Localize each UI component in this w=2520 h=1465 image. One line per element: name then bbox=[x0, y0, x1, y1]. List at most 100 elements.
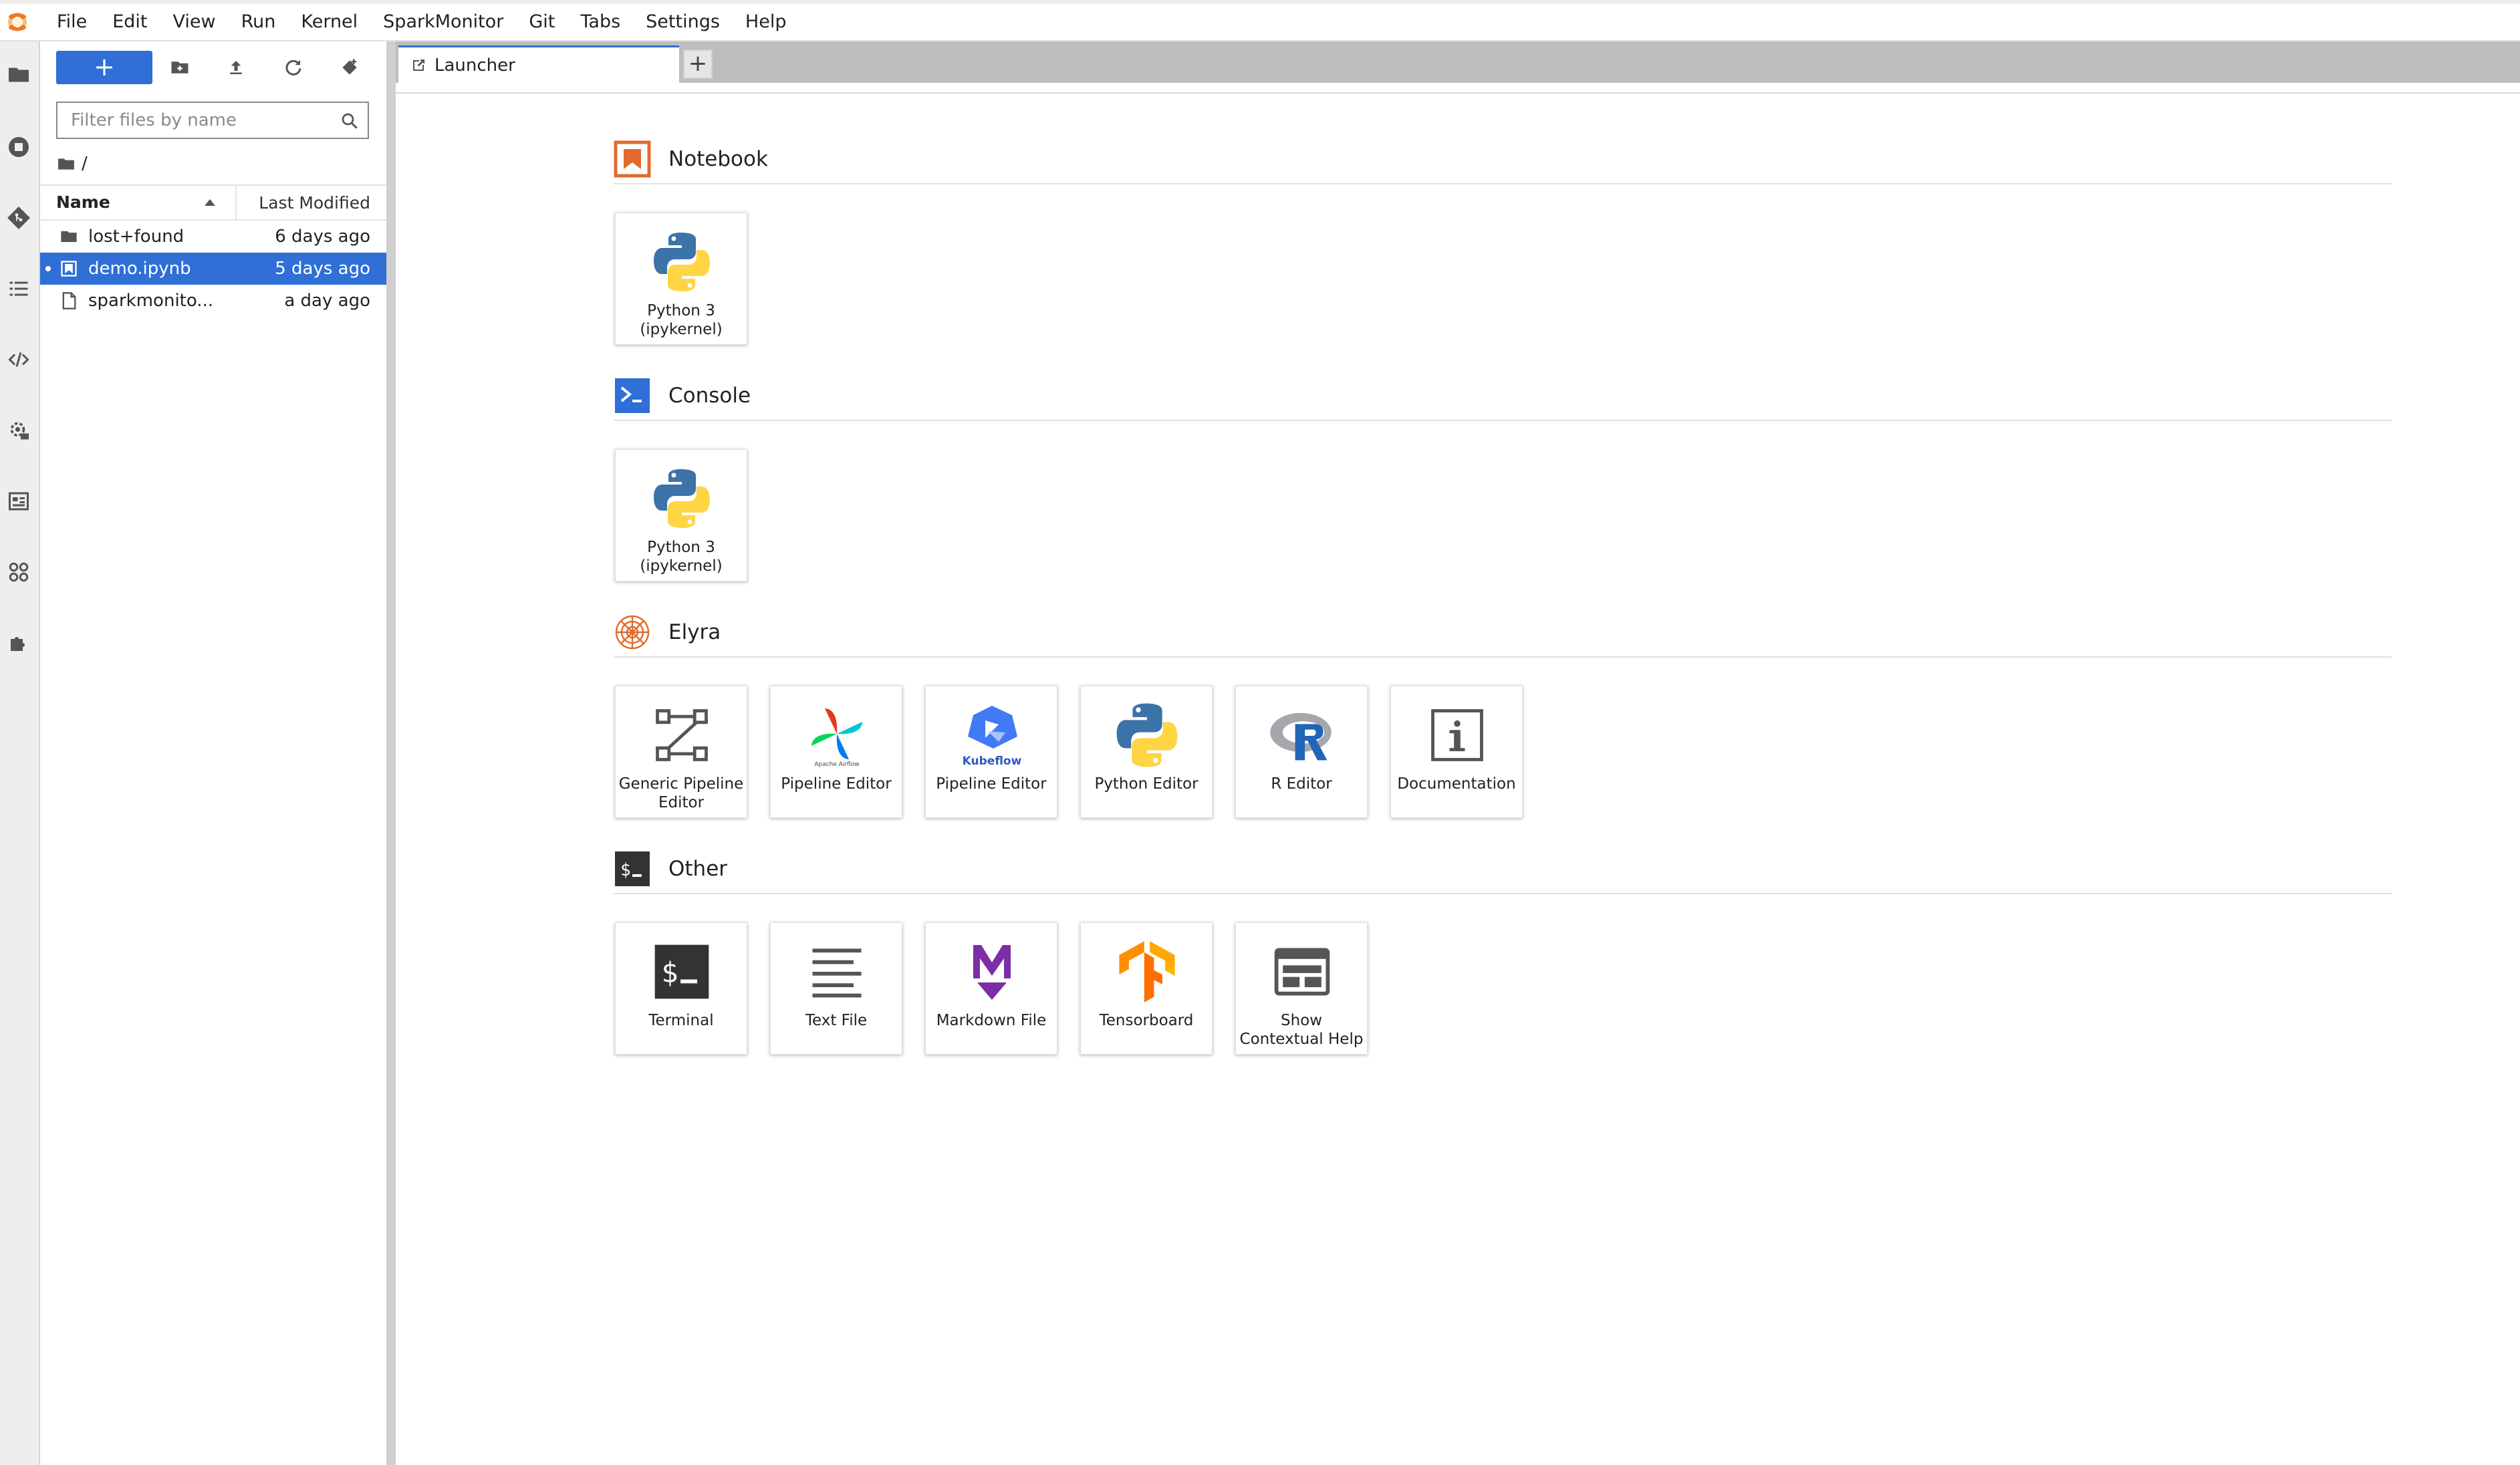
section-notebook: Notebook bbox=[614, 135, 2392, 184]
card-label: Show Contextual Help bbox=[1239, 1012, 1364, 1048]
card-label: Pipeline Editor bbox=[781, 775, 892, 793]
other-section-icon: $ bbox=[614, 850, 651, 888]
tab-label: Launcher bbox=[434, 55, 515, 76]
kubeflow-caption: Kubeflow bbox=[963, 755, 1022, 768]
apache-airflow-icon: Apache Airflow bbox=[800, 698, 874, 772]
svg-text:$: $ bbox=[620, 860, 631, 880]
contextual-help-icon bbox=[1265, 935, 1339, 1009]
launcher-panel: Notebook Python 3 (ipykernel) Console Py… bbox=[396, 94, 2520, 1465]
breadcrumb-root[interactable]: / bbox=[82, 154, 88, 174]
running-indicator-icon bbox=[45, 266, 51, 271]
card-label: Pipeline Editor bbox=[936, 775, 1047, 793]
folder-icon bbox=[59, 227, 79, 247]
card-documentation[interactable]: Documentation bbox=[1390, 686, 1523, 818]
menu-kernel[interactable]: Kernel bbox=[288, 4, 370, 40]
running-icon[interactable] bbox=[4, 132, 33, 162]
pipeline-icon bbox=[645, 698, 719, 772]
file-browser-toolbar: + bbox=[40, 51, 386, 84]
file-name: lost+found bbox=[88, 227, 184, 247]
section-elyra: Elyra bbox=[614, 608, 2392, 658]
last-modified-column-header[interactable]: Last Modified bbox=[237, 193, 386, 213]
elyra-section-icon bbox=[614, 614, 651, 651]
breadcrumb[interactable]: / bbox=[57, 152, 88, 175]
component-catalogs-icon[interactable] bbox=[4, 557, 33, 587]
file-row[interactable]: lost+found 6 days ago bbox=[40, 221, 386, 253]
console-section-icon bbox=[614, 377, 651, 414]
new-launcher-button[interactable]: + bbox=[56, 51, 152, 84]
toc-icon[interactable] bbox=[4, 274, 33, 303]
section-title: Other bbox=[668, 857, 728, 881]
folder-icon[interactable] bbox=[4, 60, 33, 90]
runtime-images-icon[interactable] bbox=[4, 487, 33, 516]
add-tab-button[interactable]: + bbox=[683, 49, 713, 79]
card-console-python3[interactable]: Python 3 (ipykernel) bbox=[615, 449, 747, 581]
card-tensorboard[interactable]: Tensorboard bbox=[1080, 922, 1213, 1055]
card-python-editor[interactable]: Python Editor bbox=[1080, 686, 1213, 818]
tensorflow-icon bbox=[1110, 935, 1184, 1009]
menu-run[interactable]: Run bbox=[229, 4, 289, 40]
filter-files-field[interactable] bbox=[56, 102, 369, 139]
menu-sparkmonitor[interactable]: SparkMonitor bbox=[370, 4, 516, 40]
runtimes-icon[interactable] bbox=[4, 416, 33, 445]
section-other: $ Other bbox=[614, 845, 2392, 894]
card-label: Markdown File bbox=[936, 1012, 1047, 1029]
python-logo-icon bbox=[645, 225, 719, 299]
tab-launcher[interactable]: Launcher bbox=[398, 45, 679, 83]
menu-edit[interactable]: Edit bbox=[100, 4, 160, 40]
name-column-header[interactable]: Name bbox=[40, 186, 237, 219]
card-label: Python Editor bbox=[1094, 775, 1199, 793]
launcher-tab-icon bbox=[413, 59, 424, 71]
section-title: Console bbox=[668, 384, 751, 408]
file-modified: a day ago bbox=[284, 291, 370, 311]
notebook-icon bbox=[59, 259, 79, 279]
card-label: Python 3 (ipykernel) bbox=[640, 302, 723, 338]
card-terminal[interactable]: $ Terminal bbox=[615, 922, 747, 1055]
card-text-file[interactable]: Text File bbox=[770, 922, 902, 1055]
card-show-contextual-help[interactable]: Show Contextual Help bbox=[1235, 922, 1368, 1055]
filter-files-input[interactable] bbox=[70, 103, 333, 138]
new-folder-icon[interactable] bbox=[168, 56, 191, 79]
section-console: Console bbox=[614, 372, 2392, 421]
file-row-selected[interactable]: demo.ipynb 5 days ago bbox=[40, 253, 386, 285]
search-icon bbox=[342, 113, 358, 129]
menu-help[interactable]: Help bbox=[733, 4, 799, 40]
git-clone-icon[interactable] bbox=[338, 56, 361, 79]
menu-git[interactable]: Git bbox=[516, 4, 568, 40]
menu-tabs[interactable]: Tabs bbox=[568, 4, 633, 40]
code-snippet-icon[interactable] bbox=[4, 345, 33, 374]
jupyter-logo-icon bbox=[4, 9, 31, 35]
terminal-icon: $ bbox=[645, 935, 719, 1009]
notebook-section-icon bbox=[614, 140, 651, 178]
card-label: Documentation bbox=[1397, 775, 1516, 793]
name-column-label: Name bbox=[56, 192, 110, 212]
menu-view[interactable]: View bbox=[160, 4, 228, 40]
card-markdown-file[interactable]: Markdown File bbox=[925, 922, 1057, 1055]
python-logo-icon bbox=[1110, 698, 1184, 772]
menu-settings[interactable]: Settings bbox=[633, 4, 733, 40]
upload-icon[interactable] bbox=[225, 56, 247, 79]
info-icon bbox=[1420, 698, 1494, 772]
markdown-icon bbox=[955, 935, 1029, 1009]
card-label: Text File bbox=[805, 1012, 868, 1029]
git-icon[interactable] bbox=[4, 203, 33, 233]
card-kubeflow-pipeline-editor[interactable]: Kubeflow Pipeline Editor bbox=[925, 686, 1057, 818]
card-airflow-pipeline-editor[interactable]: Apache Airflow Pipeline Editor bbox=[770, 686, 902, 818]
file-modified: 6 days ago bbox=[275, 227, 370, 247]
card-r-editor[interactable]: R Editor bbox=[1235, 686, 1368, 818]
refresh-icon[interactable] bbox=[282, 56, 305, 79]
menu-file[interactable]: File bbox=[44, 4, 100, 40]
file-modified: 5 days ago bbox=[275, 259, 370, 279]
card-generic-pipeline-editor[interactable]: Generic Pipeline Editor bbox=[615, 686, 747, 818]
card-label: Python 3 (ipykernel) bbox=[640, 539, 723, 575]
extension-icon[interactable] bbox=[4, 628, 33, 658]
file-list-header: Name Last Modified bbox=[40, 184, 386, 221]
tab-bar: Launcher + bbox=[396, 41, 2520, 83]
file-row[interactable]: sparkmonito... a day ago bbox=[40, 285, 386, 317]
card-notebook-python3[interactable]: Python 3 (ipykernel) bbox=[615, 213, 747, 345]
sort-ascending-icon bbox=[205, 199, 215, 206]
home-folder-icon bbox=[58, 158, 74, 170]
menu-bar: File Edit View Run Kernel SparkMonitor G… bbox=[0, 4, 2520, 41]
tab-content-top bbox=[396, 83, 2520, 94]
panel-splitter[interactable] bbox=[386, 41, 396, 1465]
section-title: Notebook bbox=[668, 147, 768, 171]
